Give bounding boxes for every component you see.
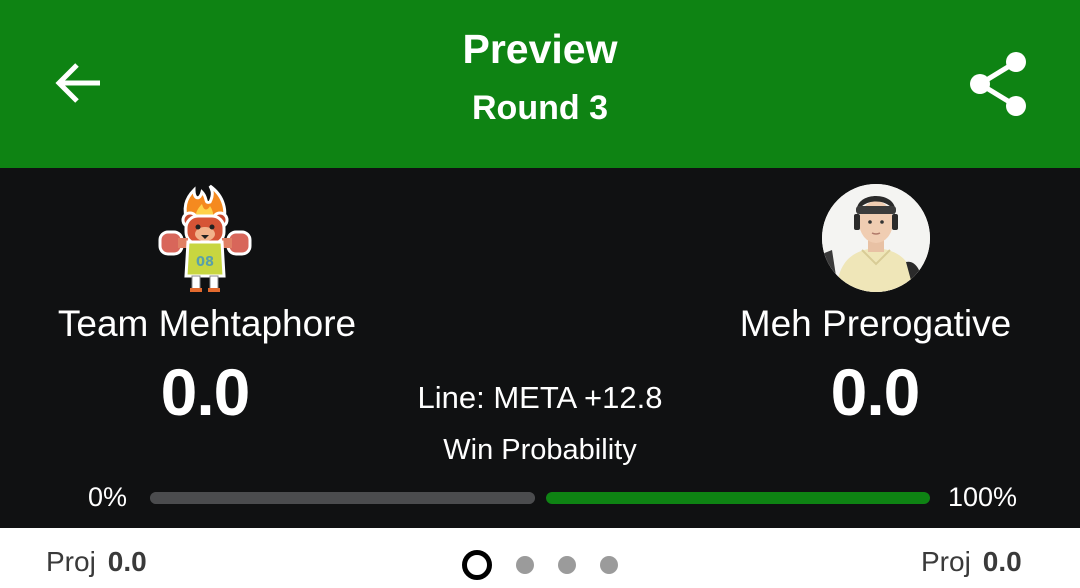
page-dot-2[interactable] [516,556,534,574]
page-dot-3[interactable] [558,556,576,574]
betting-line: Line: META +12.8 [417,380,663,415]
bear-mascot-icon: 08 [158,184,252,292]
page-dot-1[interactable] [462,550,492,580]
person-headgear-icon [822,184,930,292]
projection-left-value: 0.0 [107,546,147,577]
projection-right-label: Proj [921,546,971,577]
win-probability-left-label: 0% [88,482,128,512]
team-left-avatar[interactable]: 08 [152,184,258,294]
team-left-score: 0.0 [160,355,251,429]
team-right-avatar[interactable] [822,184,930,292]
win-probability-right-fill [546,492,930,504]
projection-right-value: 0.0 [982,546,1022,577]
matchup-panel: 08 Team Mehtaphore Meh Prerogative 0.0 0… [0,168,1080,528]
projection-left: Proj 0.0 [46,546,147,578]
projection-left-label: Proj [46,546,96,577]
page-title: Preview [462,26,618,72]
projection-footer: Proj 0.0 Proj 0.0 [0,528,1080,588]
win-probability-left-fill [150,492,535,504]
win-probability-right-bar [546,492,930,504]
app-header: Preview Round 3 [0,0,1080,168]
win-probability-right-label: 100% [948,482,1018,512]
svg-text:08: 08 [196,255,214,270]
page-dot-4[interactable] [600,556,618,574]
team-right-score: 0.0 [830,355,921,429]
page-indicator [462,550,622,580]
projection-right: Proj 0.0 [921,546,1022,578]
team-right-name[interactable]: Meh Prerogative [708,303,1043,345]
win-probability-left-bar [150,492,535,504]
share-button[interactable] [962,48,1034,120]
team-left-name[interactable]: Team Mehtaphore [42,303,372,345]
round-subtitle: Round 3 [472,89,608,127]
win-probability-label: Win Probability [443,434,637,466]
share-icon [970,52,1026,116]
